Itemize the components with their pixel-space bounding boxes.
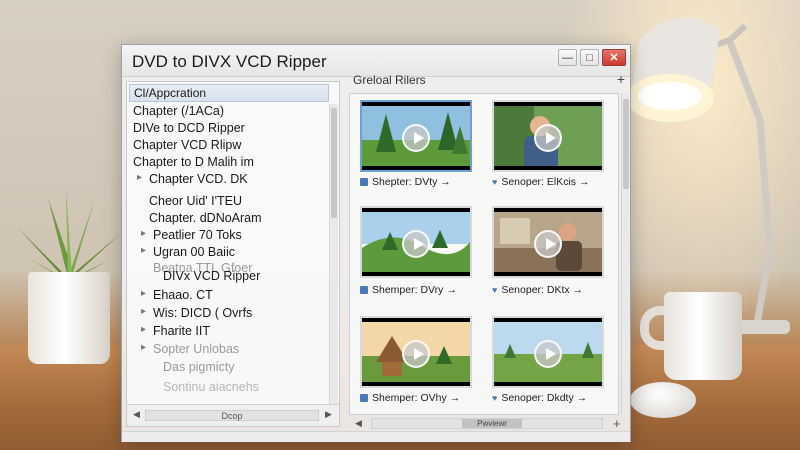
expand-arrow-icon[interactable]: ▸ [141,288,146,299]
preview-scrollbar: ◀ Pwviewr + [349,416,629,431]
list-item[interactable]: Chapter. dDNoAram [149,211,262,225]
list-item[interactable]: ▸ Ugran 00 Baiic [141,245,235,259]
window-controls: — □ ✕ [558,49,626,66]
list-item[interactable]: ▸ Chapter VCD. DK [137,172,248,186]
play-icon[interactable] [402,340,430,368]
list-item[interactable]: DIVe to DCD Ripper [133,121,245,135]
list-vertical-scrollbar[interactable] [329,104,338,404]
plant-pot [28,272,110,364]
preview-scroll-thumb[interactable]: Pwviewr [462,419,522,428]
video-file-icon [360,178,368,187]
grid-vertical-scrollbar[interactable] [621,93,629,415]
maximize-icon: □ [586,51,593,64]
play-icon[interactable] [402,230,430,258]
scroll-label: Dcop [221,411,243,421]
heart-icon: ♥ [492,393,498,404]
list-item[interactable]: ▸ Peatlier 70 Toks [141,228,242,242]
preview-panel: Greloal Rilers + Shepter: DVty → ♥ Senop… [347,71,629,431]
thumbnail-caption: ♥ Senoper: Dkdty → [492,392,588,404]
panel-title: Greloal Rilers [353,73,426,87]
video-thumbnail[interactable] [492,206,604,278]
video-file-icon [360,286,368,295]
expand-arrow-icon[interactable]: ▸ [141,324,146,335]
close-button[interactable]: ✕ [602,49,626,66]
list-item[interactable]: ▸ Fharite IIT [141,324,210,338]
expand-arrow-icon[interactable]: ▸ [141,306,146,317]
thumbnail-caption: ♥ Senoper: ElKcis → [492,176,590,188]
list-item[interactable]: DIVx VCD Ripper [163,269,260,283]
scrollbar-thumb[interactable] [331,108,337,218]
horizontal-scroll-track[interactable]: Dcop [145,410,319,421]
minimize-button[interactable]: — [558,49,577,66]
list-item[interactable]: Chapter VCD Rlipw [133,138,241,152]
list-item[interactable]: Chapter (/1ACa) [133,104,224,118]
coffee-mug [664,292,742,380]
minimize-icon: — [562,51,573,64]
computer-mouse [630,382,696,418]
expand-arrow-icon[interactable]: ▸ [137,172,142,183]
list-item[interactable]: Das pigmicty [163,360,235,374]
thumbnail-caption: Shemper: DVry → [360,284,457,296]
expand-arrow-icon[interactable]: ▸ [141,342,146,353]
heart-icon: ♥ [492,177,498,188]
video-thumbnail[interactable] [492,100,604,172]
app-window: DVD to DIVX VCD Ripper — □ ✕ Cl/Appcrati… [121,44,631,442]
expand-arrow-icon[interactable]: ▸ [141,245,146,256]
video-file-icon [360,394,368,403]
video-thumbnail[interactable] [360,206,472,278]
scroll-left-icon[interactable]: ◀ [355,418,362,429]
scroll-right-icon[interactable]: ▶ [325,409,332,420]
add-icon[interactable]: + [613,416,621,431]
thumbnail-grid: Shepter: DVty → ♥ Senoper: ElKcis → Shem… [349,93,619,415]
list-item[interactable]: Cheor Uid' I'TEU [149,194,242,208]
play-icon[interactable] [534,124,562,152]
list-item[interactable]: Sontinu aiacnehs [163,380,259,394]
window-footer [122,431,630,442]
plant-leaves [18,190,120,282]
chapter-list-panel: Cl/Appcration Chapter (/1ACa) DIVe to DC… [126,81,340,427]
heart-icon: ♥ [492,285,498,296]
scroll-left-icon[interactable]: ◀ [133,409,140,420]
list-header[interactable]: Cl/Appcration [129,84,329,102]
list-horizontal-scrollbar: ◀ Dcop ▶ [127,404,339,426]
list-item[interactable]: ▸ Ehaao. CT [141,288,213,302]
scrollbar-thumb[interactable] [623,99,629,189]
chapter-list: Chapter (/1ACa) DIVe to DCD Ripper Chapt… [127,104,331,404]
expand-arrow-icon[interactable]: ▸ [141,228,146,239]
list-item[interactable]: Chapter to D Malih im [133,155,254,169]
thumbnail-caption: Shemper: OVhy → [360,392,460,404]
video-thumbnail[interactable] [360,100,472,172]
window-title: DVD to DIVX VCD Ripper [132,52,327,71]
maximize-button[interactable]: □ [580,49,599,66]
play-icon[interactable] [402,124,430,152]
preview-scroll-track[interactable]: Pwviewr [371,418,603,429]
add-icon[interactable]: + [617,71,625,87]
play-icon[interactable] [534,340,562,368]
play-icon[interactable] [534,230,562,258]
thumbnail-caption: ♥ Senoper: DKtx → [492,284,584,296]
video-thumbnail[interactable] [360,316,472,388]
list-item[interactable]: ▸ Wis: DICD ( Ovrfs [141,306,252,320]
close-icon: ✕ [609,52,619,64]
video-thumbnail[interactable] [492,316,604,388]
list-item[interactable]: ▸ Sopter Unlobas [141,342,239,356]
thumbnail-caption: Shepter: DVty → [360,176,451,188]
